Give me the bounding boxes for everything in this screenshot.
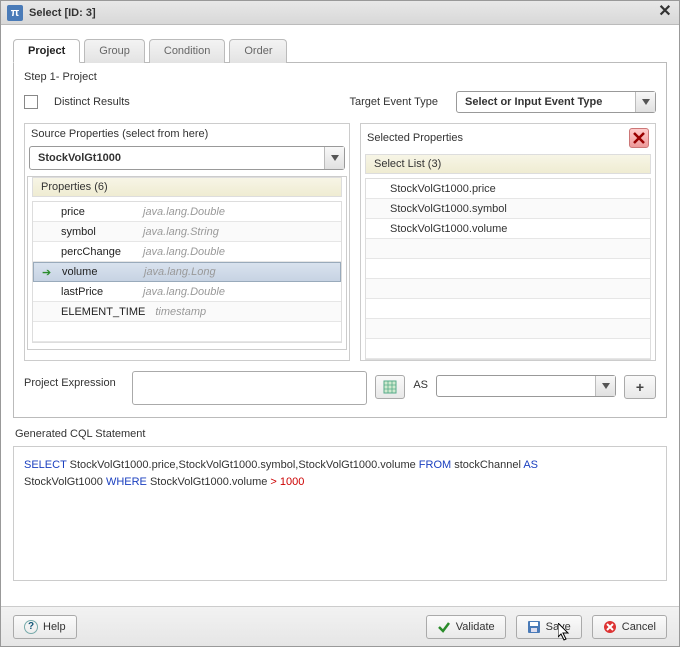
source-stream-name: StockVolGt1000 (30, 152, 324, 164)
selected-row-empty (366, 339, 650, 359)
step-label: Step 1- Project (24, 71, 656, 83)
property-row-empty (33, 322, 341, 342)
selected-row[interactable]: StockVolGt1000.symbol (366, 199, 650, 219)
select-list-header: Select List (3) (365, 154, 651, 174)
target-event-type-label: Target Event Type (350, 96, 438, 108)
as-dropdown[interactable] (436, 375, 616, 397)
check-icon (437, 620, 451, 634)
add-expression-button[interactable]: + (624, 375, 656, 399)
select-dialog: π Select [ID: 3] ✕ Project Group Conditi… (0, 0, 680, 647)
save-button[interactable]: Save (516, 615, 582, 639)
property-row[interactable]: price java.lang.Double (33, 202, 341, 222)
selected-row-empty (366, 259, 650, 279)
property-row[interactable]: ELEMENT_TIME timestamp (33, 302, 341, 322)
selected-row[interactable]: StockVolGt1000.price (366, 179, 650, 199)
cancel-icon (603, 620, 617, 634)
distinct-label: Distinct Results (54, 96, 130, 108)
arrow-right-icon: ➔ (42, 266, 51, 279)
tab-panel-project: Step 1- Project Distinct Results Target … (13, 62, 667, 418)
tab-group[interactable]: Group (84, 39, 145, 63)
close-icon[interactable]: ✕ (657, 5, 673, 21)
dialog-footer: ? Help Validate Save Cancel (1, 606, 679, 646)
x-icon (633, 132, 645, 144)
selected-row-empty (366, 299, 650, 319)
selected-pane-title: Selected Properties (367, 132, 463, 144)
selected-properties-pane: Selected Properties Select List (3) Stoc… (360, 123, 656, 361)
project-expression-label: Project Expression (24, 371, 124, 389)
help-button[interactable]: ? Help (13, 615, 77, 639)
target-event-type-dropdown[interactable]: Select or Input Event Type (456, 91, 656, 113)
chevron-down-icon[interactable] (635, 92, 655, 112)
remove-selected-button[interactable] (629, 128, 649, 148)
project-expression-row: Project Expression AS + (24, 371, 656, 405)
properties-list: price java.lang.Double symbol java.lang.… (32, 201, 342, 343)
property-row[interactable]: percChange java.lang.Double (33, 242, 341, 262)
help-icon: ? (24, 620, 38, 634)
source-stream-dropdown[interactable]: StockVolGt1000 (29, 146, 345, 170)
selected-row-empty (366, 239, 650, 259)
tab-condition[interactable]: Condition (149, 39, 225, 63)
properties-header: Properties (6) (32, 177, 342, 197)
property-row[interactable]: ➔ volume java.lang.Long (33, 262, 341, 282)
validate-button[interactable]: Validate (426, 615, 506, 639)
source-properties-pane: Source Properties (select from here) Sto… (24, 123, 350, 361)
selected-list: StockVolGt1000.price StockVolGt1000.symb… (365, 178, 651, 360)
property-row[interactable]: symbol java.lang.String (33, 222, 341, 242)
project-expression-input[interactable] (132, 371, 367, 405)
pi-icon: π (7, 5, 23, 21)
target-event-type-value: Select or Input Event Type (457, 96, 635, 108)
distinct-row: Distinct Results Target Event Type Selec… (24, 91, 656, 113)
selected-row-empty (366, 279, 650, 299)
expression-builder-button[interactable] (375, 375, 405, 399)
distinct-checkbox[interactable] (24, 95, 38, 109)
as-label: AS (413, 371, 428, 391)
tab-project[interactable]: Project (13, 39, 80, 63)
table-icon (383, 380, 397, 394)
selected-row-empty (366, 319, 650, 339)
tabs: Project Group Condition Order (13, 39, 667, 63)
cancel-button[interactable]: Cancel (592, 615, 667, 639)
selected-row[interactable]: StockVolGt1000.volume (366, 219, 650, 239)
source-pane-title: Source Properties (select from here) (31, 128, 208, 140)
generated-cql-section: Generated CQL Statement SELECT StockVolG… (13, 428, 667, 581)
chevron-down-icon[interactable] (595, 376, 615, 396)
property-row[interactable]: lastPrice java.lang.Double (33, 282, 341, 302)
tab-order[interactable]: Order (229, 39, 287, 63)
generated-cql-label: Generated CQL Statement (15, 428, 667, 440)
dialog-title: Select [ID: 3] (29, 7, 96, 19)
plus-icon: + (636, 379, 644, 395)
chevron-down-icon[interactable] (324, 147, 344, 169)
dialog-body: Project Group Condition Order Step 1- Pr… (1, 25, 679, 606)
save-icon (527, 620, 541, 634)
generated-cql-box[interactable]: SELECT StockVolGt1000.price,StockVolGt10… (13, 446, 667, 581)
titlebar: π Select [ID: 3] ✕ (1, 1, 679, 25)
